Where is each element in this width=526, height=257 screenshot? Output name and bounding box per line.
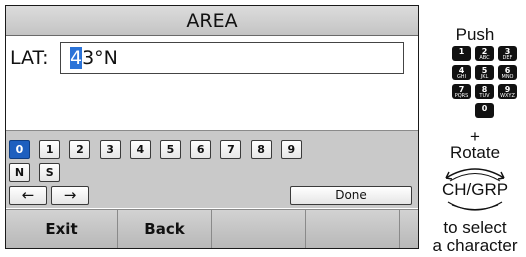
dial-label: CH/GRP — [441, 180, 509, 199]
keypad-key-letters: JKL — [480, 74, 489, 80]
keypad-key-letters: MNO — [501, 74, 514, 80]
keypad-key-letters: DEF — [502, 55, 513, 61]
letter-key-s[interactable]: S — [39, 163, 61, 182]
screen-title: AREA — [6, 6, 418, 36]
keypad-key-digit: 1 — [458, 47, 465, 56]
exit-softkey[interactable]: Exit — [6, 210, 118, 248]
digit-key-6[interactable]: 6 — [190, 140, 212, 159]
character-key-panel: 0123456789 NS ← → Done — [6, 130, 418, 208]
keypad-key-letters: ABC — [479, 55, 490, 61]
done-button[interactable]: Done — [290, 186, 412, 205]
cursor-left-key[interactable]: ← — [9, 186, 47, 205]
keypad-key-4: 4 GHI — [452, 65, 471, 80]
keypad-key-digit: 0 — [481, 104, 488, 113]
to-select-line-1: to select — [443, 218, 507, 237]
digit-key-3[interactable]: 3 — [99, 140, 121, 159]
to-select-line-2: a character — [432, 236, 518, 255]
digit-key-4[interactable]: 4 — [129, 140, 151, 159]
keypad-key-9: 9 WXYZ — [498, 84, 517, 99]
entry-cursor-char: 4 — [70, 47, 83, 69]
keypad-key-6: 6 MNO — [498, 65, 517, 80]
keypad-key-8: 8 TUV — [475, 84, 494, 99]
cursor-right-key[interactable]: → — [51, 186, 89, 205]
keypad-key-letters: GHI — [456, 74, 467, 80]
entry-text: 3°N — [82, 47, 118, 69]
softkey-3[interactable] — [212, 210, 306, 248]
keypad-key-2: 2 ABC — [475, 46, 494, 61]
digit-key-8[interactable]: 8 — [250, 140, 272, 159]
softkey-4[interactable] — [306, 210, 400, 248]
latitude-label: LAT: — [10, 47, 49, 69]
keypad-key-letters: TUV — [479, 93, 490, 99]
digit-key-7[interactable]: 7 — [220, 140, 242, 159]
letter-key-n[interactable]: N — [9, 163, 30, 182]
back-softkey[interactable]: Back — [118, 210, 212, 248]
keypad-key-1: 1 — [452, 46, 471, 61]
digit-key-0[interactable]: 0 — [9, 140, 30, 159]
instruction-panel: Push 1 2 ABC 3 DEF 4 GHI 5 JKL 6 MNO 7 PQRS 8 TUV 9 WXYZ… — [424, 0, 526, 257]
area-entry-screen: AREA LAT: 43°N 0123456789 NS ← → Done Ex… — [5, 5, 419, 249]
latitude-input[interactable]: 43°N — [60, 42, 404, 74]
digit-key-5[interactable]: 5 — [160, 140, 181, 159]
keypad-key-letters: PQRS — [454, 93, 469, 99]
keypad-key-7: 7 PQRS — [452, 84, 471, 99]
keypad-key-5: 5 JKL — [475, 65, 494, 80]
softkey-bar: Exit Back — [6, 209, 418, 248]
keypad-key-0: 0 — [475, 103, 494, 118]
keypad-key-3: 3 DEF — [498, 46, 517, 61]
push-label: Push — [455, 25, 495, 44]
digit-key-2[interactable]: 2 — [69, 140, 91, 159]
keypad-key-letters: WXYZ — [500, 93, 515, 99]
digit-key-1[interactable]: 1 — [39, 140, 61, 159]
digit-key-9[interactable]: 9 — [280, 140, 302, 159]
